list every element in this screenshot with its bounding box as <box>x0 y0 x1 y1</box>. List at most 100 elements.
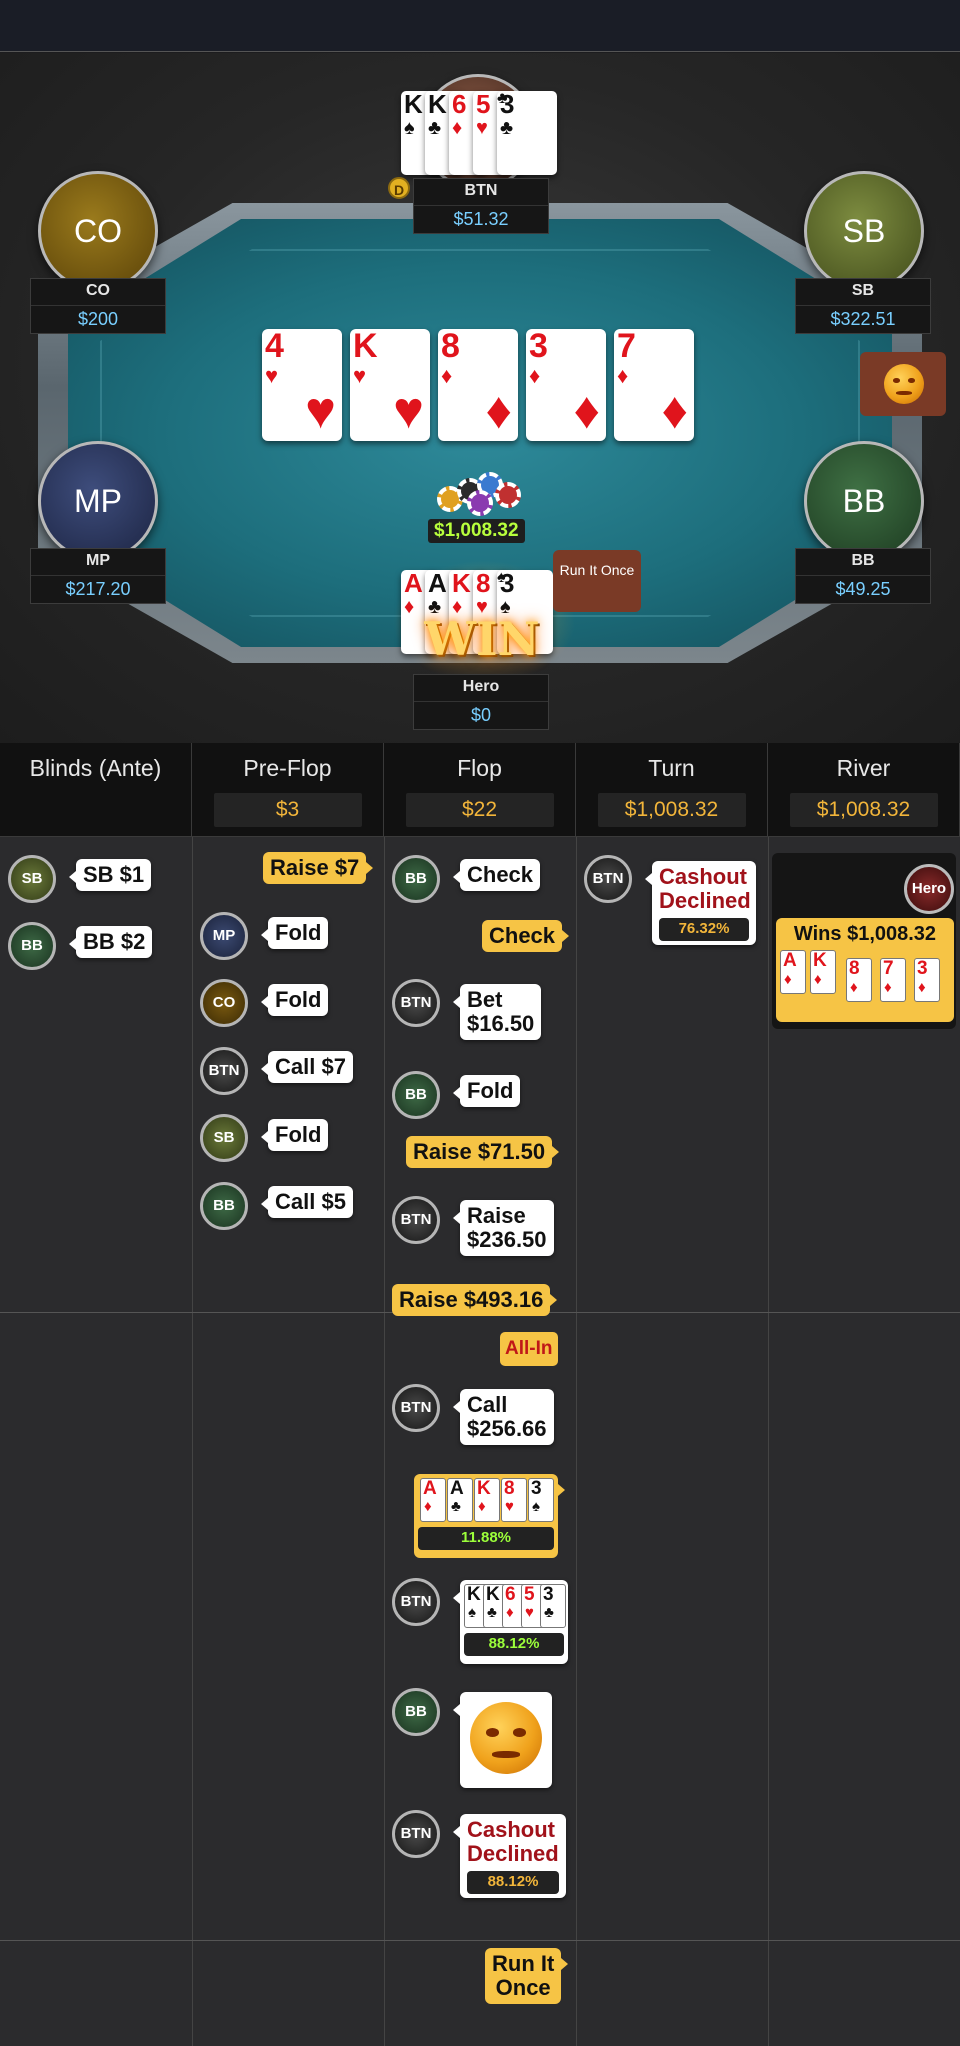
action-line: Call <box>467 1392 508 1417</box>
position-badge-btn: BTN <box>392 979 440 1027</box>
card-suit-icon: ♦ <box>661 382 688 440</box>
column-title: Pre-Flop <box>243 755 332 781</box>
mini-card: K ♦ <box>810 950 836 994</box>
win-label: WIN <box>424 612 540 666</box>
seat-name: BB <box>851 552 875 569</box>
card-suit-icon: ♣ <box>487 1604 497 1621</box>
card-rank: K <box>467 1584 481 1605</box>
playing-card: 3 ♣ ♣ <box>497 91 557 175</box>
position-badge-bb: BB <box>8 922 56 970</box>
action-bubble: Fold <box>260 917 329 950</box>
action-bubble: Fold <box>452 1075 521 1108</box>
action-bubble: Fold <box>260 984 329 1017</box>
card-suit-icon: ♦ <box>485 382 512 440</box>
card-rank: A <box>428 568 447 598</box>
avatar-co[interactable]: CO <box>38 171 158 291</box>
column-header-flop: Flop $22 <box>384 743 576 837</box>
position-badge-btn: BTN <box>392 1196 440 1244</box>
position-badge-btn: BTN <box>392 1810 440 1858</box>
cashout-bubble: Cashout Declined 88.12% <box>453 1814 566 1898</box>
run-it-once-bubble: Run It Once <box>553 550 641 612</box>
equity-label: 11.88% <box>418 1527 554 1550</box>
seat-name: SB <box>851 282 875 299</box>
winner-box: Wins $1,008.32 A ♦ K ♦ 8 ♦ 7 ♦ 3 ♦ <box>776 918 954 1022</box>
column-pot: $3 <box>213 793 362 827</box>
position-badge-sb: SB <box>8 855 56 903</box>
seat-name: BTN <box>464 182 498 199</box>
avatar-sb[interactable]: SB <box>804 171 924 291</box>
position-badge-btn: BTN <box>200 1047 248 1095</box>
seat-plate-btn: BTN $51.32 <box>413 178 549 234</box>
column-title: Flop <box>457 755 502 781</box>
action-bubble: Fold <box>260 1119 329 1152</box>
mini-card: 8 ♦ <box>846 958 872 1002</box>
column-pot: $1,008.32 <box>597 793 746 827</box>
card-rank: 8 <box>504 1478 515 1499</box>
seat-plate-bb: BB $49.25 <box>795 548 931 604</box>
card-rank: A <box>783 950 797 971</box>
dealer-button: D <box>388 177 410 199</box>
column-title: Turn <box>648 755 695 781</box>
action-line: $236.50 <box>467 1227 547 1253</box>
card-suit-icon: ♦ <box>424 1498 432 1515</box>
winner-text: Wins $1,008.32 <box>793 923 937 945</box>
all-in-badge: All-In <box>500 1332 558 1366</box>
column-header-blinds: Blinds (Ante) <box>0 743 192 837</box>
card-suit-icon: ♥ <box>505 1498 514 1515</box>
mini-card: 3 ♦ <box>914 958 940 1002</box>
card-suit-icon: ♥ <box>305 382 336 440</box>
card-rank: K <box>452 568 471 598</box>
action-line: Declined <box>467 1841 559 1867</box>
column-title: Blinds (Ante) <box>29 755 162 781</box>
card-rank: A <box>404 568 423 598</box>
hero-action-bubble: Raise $493.16 <box>392 1284 558 1317</box>
position-badge-mp: MP <box>200 912 248 960</box>
card-suit-icon: ♦ <box>452 117 463 139</box>
card-suit-icon: ♥ <box>393 382 424 440</box>
card-rank: 8 <box>441 327 460 365</box>
column-header-river: River $1,008.32 <box>768 743 960 837</box>
action-bubble: BB $2 <box>68 926 153 959</box>
action-line: Bet <box>467 987 503 1012</box>
emote-bubble <box>453 1692 552 1788</box>
action-line: $16.50 <box>467 1011 535 1037</box>
seat-stack: $0 <box>414 701 548 726</box>
action-line: Raise <box>467 1203 526 1228</box>
seat-stack: $322.51 <box>796 305 930 330</box>
column-pot: $22 <box>405 793 554 827</box>
hero-action-bubble: Raise $71.50 <box>406 1136 560 1169</box>
btn-showdown-cards: K ♠ K ♣ 6 ♦ 5 ♥ 3 ♣ <box>464 1584 566 1628</box>
card-suit-icon: ♥ <box>525 1604 534 1621</box>
card-suit-icon: ♦ <box>529 363 541 388</box>
playing-card: K ♥ ♥ <box>350 329 430 441</box>
top-bar <box>0 0 960 52</box>
position-badge-btn: BTN <box>584 855 632 903</box>
seat-plate-mp: MP $217.20 <box>30 548 166 604</box>
action-bubble: Call $7 <box>261 1051 353 1084</box>
action-bubble: Bet $16.50 <box>452 984 542 1041</box>
card-suit-icon: ♣ <box>497 90 508 107</box>
card-rank: 5 <box>524 1584 535 1605</box>
card-suit-icon: ♦ <box>814 971 822 988</box>
card-suit-icon: ♦ <box>617 363 629 388</box>
position-badge-btn: BTN <box>392 1384 440 1432</box>
card-rank: A <box>423 1478 437 1499</box>
mini-card: 7 ♦ <box>880 958 906 1002</box>
action-line: $256.66 <box>467 1416 547 1442</box>
seat-plate-hero: Hero $0 <box>413 674 549 730</box>
position-badge-co: CO <box>200 979 248 1027</box>
column-header-preflop: Pre-Flop $3 <box>192 743 384 837</box>
card-rank: 5 <box>476 89 491 119</box>
position-badge-bb: BB <box>200 1182 248 1230</box>
action-bubble: Check <box>452 859 541 892</box>
mini-card: 3 ♣ <box>540 1584 566 1628</box>
card-rank: K <box>477 1478 491 1499</box>
avatar-bb[interactable]: BB <box>804 441 924 561</box>
card-rank: 7 <box>617 327 636 365</box>
seat-name: Hero <box>462 678 500 695</box>
card-suit-icon: ♦ <box>506 1604 514 1621</box>
playing-card: 7 ♦ ♦ <box>614 329 694 441</box>
card-rank: K <box>353 327 378 365</box>
avatar-mp[interactable]: MP <box>38 441 158 561</box>
action-line: Cashout <box>659 864 747 889</box>
